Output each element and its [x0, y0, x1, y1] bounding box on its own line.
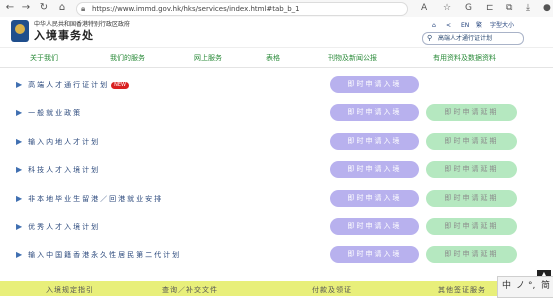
nav-useful-info[interactable]: 有用资料及数据资料 — [433, 54, 496, 63]
main-navigation: 关于我们 我们的服务 网上服务 表格 刊物及新闻公报 有用资料及数据资料 — [0, 47, 553, 68]
apply-extension-button[interactable]: 即时申请延期 — [426, 246, 517, 263]
scheme-label[interactable]: 输入中国籍香港永久性居民第二代计划 — [28, 251, 181, 259]
apply-extension-button[interactable]: 即时申请延期 — [426, 104, 517, 121]
favorite-icon[interactable]: ☆ — [443, 2, 451, 14]
share-icon[interactable]: < — [446, 21, 451, 30]
department-name[interactable]: 入境事务处 — [34, 29, 94, 42]
apply-extension-button[interactable]: 即时申请延期 — [426, 190, 517, 207]
scheme-label[interactable]: 一般就业政策 — [28, 109, 82, 117]
back-arrow-icon[interactable]: ← — [4, 2, 16, 14]
reload-icon[interactable]: ↻ — [38, 2, 50, 14]
nav-forms[interactable]: 表格 — [266, 54, 280, 63]
ime-simplified-toggle[interactable]: 简 — [541, 280, 550, 292]
apply-entry-button[interactable]: 即时申请入境 — [330, 246, 419, 263]
scheme-label[interactable]: 高端人才通行证计划 — [28, 81, 109, 89]
home-icon[interactable]: ⌂ — [432, 21, 436, 30]
apply-extension-button[interactable]: 即时申请延期 — [426, 133, 517, 150]
scheme-link-technology-talent[interactable]: ▶ 科技人才入境计划 — [16, 163, 100, 177]
browser-toolbar: ← → ↻ ⌂ 🔒︎ https://www.immd.gov.hk/hks/s… — [0, 0, 553, 18]
apply-entry-button[interactable]: 即时申请入境 — [330, 218, 419, 235]
tab-payment-collection[interactable]: 付款及领证 — [312, 285, 352, 296]
scheme-link-quality-migrant[interactable]: ▶ 优秀人才入境计划 — [16, 220, 100, 234]
url-text[interactable]: https://www.immd.gov.hk/hks/services/ind… — [92, 4, 300, 14]
forward-arrow-icon[interactable]: → — [20, 2, 32, 14]
nav-our-services[interactable]: 我们的服务 — [110, 54, 145, 63]
tab-entry-requirements[interactable]: 入境规定指引 — [46, 285, 94, 296]
new-badge: NEW — [111, 82, 129, 89]
apply-entry-button[interactable]: 即时申请入境 — [330, 76, 419, 93]
nav-online-services[interactable]: 网上服务 — [194, 54, 222, 63]
ime-dot-icon[interactable]: °, — [528, 280, 535, 292]
ime-mode-chinese[interactable]: 中 — [502, 280, 511, 292]
triangle-right-icon: ▶ — [16, 108, 23, 117]
apply-entry-button[interactable]: 即时申请入境 — [330, 190, 419, 207]
scheme-link-second-generation[interactable]: ▶ 输入中国籍香港永久性居民第二代计划 — [16, 248, 181, 262]
triangle-right-icon: ▶ — [16, 137, 23, 146]
tab-icon[interactable]: ⊏ — [486, 2, 494, 14]
scheme-label[interactable]: 输入内地人才计划 — [28, 138, 100, 146]
scheme-label[interactable]: 科技人才入境计划 — [28, 166, 100, 174]
ime-punctuation-icon[interactable]: ノ — [516, 280, 525, 292]
scheme-link-non-local-graduates[interactable]: ▶ 非本地毕业生留港／回港就业安排 — [16, 192, 163, 206]
tab-enquiry-documents[interactable]: 查询／补交文件 — [162, 285, 218, 296]
refresh-icon[interactable]: G — [465, 2, 472, 14]
address-bar[interactable]: 🔒︎ https://www.immd.gov.hk/hks/services/… — [76, 2, 408, 16]
apply-entry-button[interactable]: 即时申请入境 — [330, 104, 419, 121]
search-icon[interactable]: ⚲ — [427, 33, 432, 44]
scheme-label[interactable]: 优秀人才入境计划 — [28, 223, 100, 231]
triangle-right-icon: ▶ — [16, 222, 23, 231]
collections-icon[interactable]: ⧉ — [506, 2, 512, 14]
search-box[interactable]: ⚲ 高端人才通行证计划 — [422, 32, 524, 45]
ime-toolbar[interactable]: 中 ノ °, 简 — [497, 276, 553, 298]
immd-logo[interactable] — [11, 20, 29, 42]
search-input[interactable]: 高端人才通行证计划 — [438, 33, 492, 44]
download-icon[interactable]: ⤓ — [526, 2, 530, 14]
home-icon[interactable]: ⌂ — [56, 2, 68, 14]
profile-icon[interactable]: ● — [543, 2, 551, 14]
triangle-right-icon: ▶ — [16, 165, 23, 174]
scheme-link-general-employment[interactable]: ▶ 一般就业政策 — [16, 106, 82, 120]
apply-entry-button[interactable]: 即时申请入境 — [330, 133, 419, 150]
lang-tc-link[interactable]: 繁 — [476, 21, 482, 30]
nav-publications[interactable]: 刊物及新闻公报 — [328, 54, 377, 63]
site-header: 中华人民共和国香港特别行政区政府 入境事务处 ⌂ < EN 繁 字型大小 ⚲ 高… — [0, 17, 553, 47]
service-tab-bar: 入境规定指引 查询／补交文件 付款及领证 其他签证服务 — [0, 281, 553, 296]
apply-extension-button[interactable]: 即时申请延期 — [426, 218, 517, 235]
font-size-link[interactable]: 字型大小 — [490, 21, 514, 30]
lock-icon[interactable]: 🔒︎ — [81, 4, 85, 14]
triangle-right-icon: ▶ — [16, 80, 23, 89]
lang-en-link[interactable]: EN — [461, 21, 469, 30]
apply-entry-button[interactable]: 即时申请入境 — [330, 161, 419, 178]
scheme-label[interactable]: 非本地毕业生留港／回港就业安排 — [28, 195, 163, 203]
triangle-right-icon: ▶ — [16, 250, 23, 259]
nav-about-us[interactable]: 关于我们 — [30, 54, 58, 63]
government-title: 中华人民共和国香港特别行政区政府 — [34, 21, 131, 28]
read-aloud-icon[interactable]: A — [421, 2, 427, 14]
tab-other-visa-services[interactable]: 其他签证服务 — [438, 285, 486, 296]
scheme-link-mainland-talent[interactable]: ▶ 输入内地人才计划 — [16, 135, 100, 149]
scheme-link-top-talent[interactable]: ▶ 高端人才通行证计划 NEW — [16, 78, 129, 92]
apply-extension-button[interactable]: 即时申请延期 — [426, 161, 517, 178]
triangle-right-icon: ▶ — [16, 194, 23, 203]
